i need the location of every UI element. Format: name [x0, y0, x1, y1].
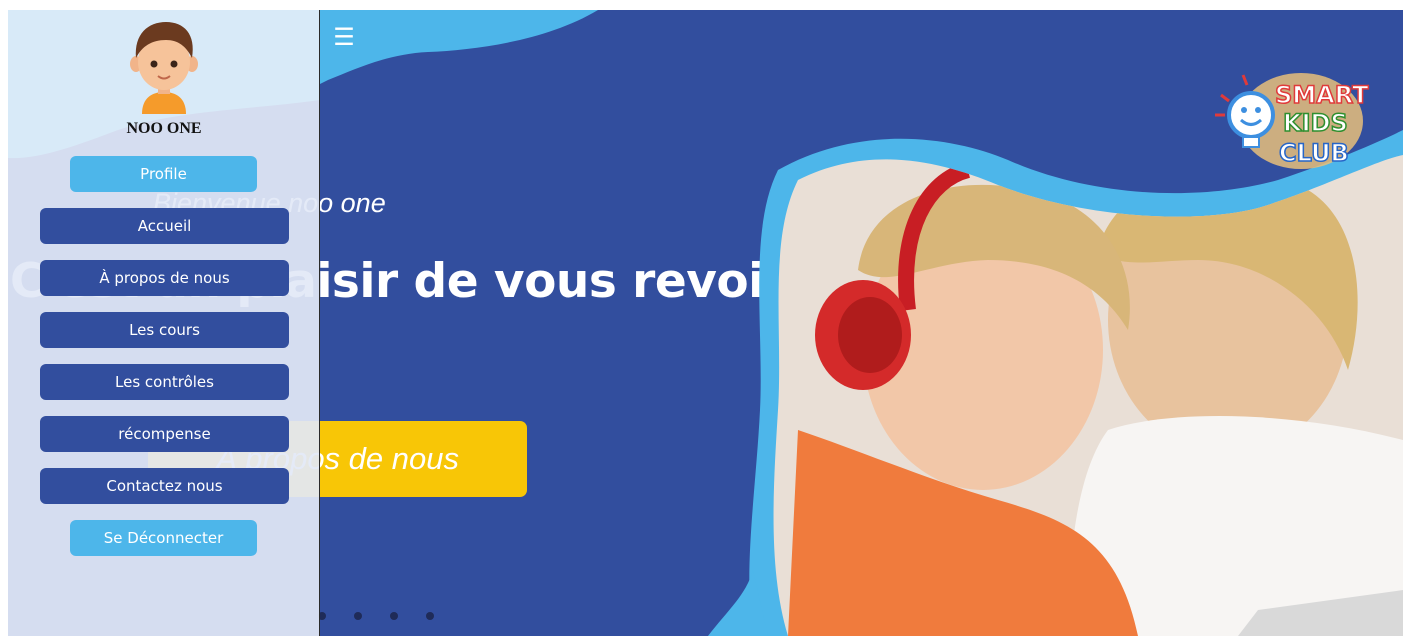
logout-button[interactable]: Se Déconnecter [70, 520, 257, 556]
sidebar-item-courses[interactable]: Les cours [40, 312, 289, 348]
smart-kids-club-logo: SMART KIDS CLUB [1215, 73, 1370, 169]
sidebar: NOO ONE Profile Accueil À propos de nous… [8, 10, 320, 636]
logo-word-smart: SMART [1275, 81, 1369, 109]
avatar[interactable] [126, 18, 202, 114]
profile-button[interactable]: Profile [70, 156, 257, 192]
logo-word-kids: KIDS [1283, 109, 1348, 137]
sidebar-item-reward[interactable]: récompense [40, 416, 289, 452]
logo-word-club: CLUB [1279, 139, 1349, 167]
sidebar-item-controls[interactable]: Les contrôles [40, 364, 289, 400]
hamburger-icon[interactable]: ☰ [331, 24, 357, 50]
sidebar-item-about[interactable]: À propos de nous [40, 260, 289, 296]
sidebar-item-accueil[interactable]: Accueil [40, 208, 289, 244]
sidebar-item-contact[interactable]: Contactez nous [40, 468, 289, 504]
username: NOO ONE [126, 120, 202, 137]
